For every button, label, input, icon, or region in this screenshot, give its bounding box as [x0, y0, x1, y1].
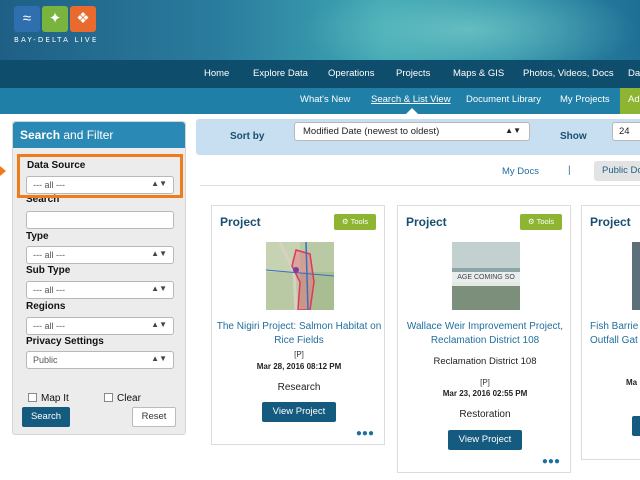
search-input[interactable]: [26, 211, 174, 229]
regions-label: Regions: [26, 301, 66, 312]
people-icon[interactable]: ●●●: [356, 428, 374, 439]
subnav-search-list-view[interactable]: Search & List View: [371, 94, 451, 105]
project-card: Project Fish Barrie Outfall Gat Ma: [581, 205, 640, 460]
regions-select[interactable]: --- all --- ▲▼: [26, 317, 174, 335]
nav-operations[interactable]: Operations: [328, 68, 374, 79]
sort-by-label: Sort by: [230, 131, 265, 142]
people-icon[interactable]: ●●●: [542, 456, 560, 467]
fish-logo-tile: ❖: [70, 6, 96, 32]
tab-my-docs[interactable]: My Docs: [502, 166, 539, 177]
project-name-link[interactable]: Fish Barrie Outfall Gat: [590, 320, 640, 348]
tools-button[interactable]: ⚙ Tools: [334, 214, 376, 230]
nav-explore-data[interactable]: Explore Data: [253, 68, 308, 79]
reset-button[interactable]: Reset: [132, 407, 176, 427]
privacy-label: Privacy Settings: [26, 336, 104, 347]
chevron-updown-icon: ▲▼: [151, 354, 167, 363]
project-category: Research: [277, 382, 321, 393]
view-project-button[interactable]: View Project: [262, 402, 336, 422]
data-source-highlight: [17, 154, 183, 198]
project-date: Mar 23, 2016 02:55 PM: [442, 389, 528, 398]
project-category: Restoration: [459, 409, 511, 420]
card-title: Project: [220, 215, 261, 229]
panel-header: Search and Filter: [13, 122, 185, 148]
chevron-updown-icon: ▲▼: [151, 249, 167, 258]
project-date: Mar 28, 2016 08:12 PM: [256, 362, 342, 371]
privacy-tag: [P]: [480, 378, 490, 387]
tools-button[interactable]: ⚙ Tools: [520, 214, 562, 230]
add-button[interactable]: Ad: [620, 88, 640, 114]
project-map-thumbnail[interactable]: [266, 242, 334, 310]
logo-wordmark: BAY-DELTA LIVE: [14, 36, 99, 44]
subtype-label: Sub Type: [26, 265, 71, 276]
show-label: Show: [560, 131, 587, 142]
project-district: Reclamation District 108: [433, 356, 537, 367]
view-project-button[interactable]: View Project: [448, 430, 522, 450]
tab-public-docs[interactable]: Public Do: [594, 161, 640, 181]
nav-maps-gis[interactable]: Maps & GIS: [453, 68, 504, 79]
card-title: Project: [406, 215, 447, 229]
image-coming-soon-text: AGE COMING SO: [457, 274, 515, 281]
chevron-updown-icon: ▲▼: [151, 284, 167, 293]
active-tab-caret: [406, 108, 418, 114]
project-image-thumbnail[interactable]: [632, 242, 640, 310]
water-bird-logo-tile: ≈: [14, 6, 40, 32]
search-button[interactable]: Search: [22, 407, 70, 427]
show-count-select[interactable]: 24: [612, 122, 640, 141]
subnav-whats-new[interactable]: What's New: [300, 94, 350, 105]
project-image-thumbnail[interactable]: AGE COMING SO: [452, 242, 520, 310]
nav-photos-videos-docs[interactable]: Photos, Videos, Docs: [523, 68, 614, 79]
type-label: Type: [26, 231, 49, 242]
banner-glow: [300, 0, 640, 60]
checkbox-box: [104, 393, 113, 402]
project-name-link[interactable]: Wallace Weir Improvement Project, Reclam…: [402, 320, 568, 348]
subtype-select[interactable]: --- all --- ▲▼: [26, 281, 174, 299]
clear-checkbox[interactable]: Clear: [104, 393, 141, 404]
sort-select[interactable]: Modified Date (newest to oldest) ▲▼: [294, 122, 530, 141]
main-nav: Home Explore Data Operations Projects Ma…: [0, 60, 640, 88]
card-title: Project: [590, 215, 631, 229]
subnav-my-projects[interactable]: My Projects: [560, 94, 610, 105]
subnav-document-library[interactable]: Document Library: [466, 94, 541, 105]
plant-logo-tile: ✦: [42, 6, 68, 32]
type-select[interactable]: --- all --- ▲▼: [26, 246, 174, 264]
annotation-arrow: [0, 166, 6, 176]
project-date: Ma: [626, 378, 638, 387]
project-name-link[interactable]: The Nigiri Project: Salmon Habitat on Ri…: [216, 320, 382, 348]
chevron-updown-icon: ▲▼: [505, 126, 521, 135]
map-it-checkbox[interactable]: Map It: [28, 393, 69, 404]
header-banner: ≈ ✦ ❖ BAY-DELTA LIVE: [0, 0, 640, 60]
view-project-button[interactable]: [632, 416, 640, 436]
project-card: Project ⚙ Tools The Nigiri Project: Salm…: [211, 205, 385, 445]
docs-tabs: My Docs | Public Do: [200, 156, 640, 186]
sort-bar: Sort by Modified Date (newest to oldest)…: [196, 119, 640, 155]
sub-nav: What's New Search & List View Document L…: [0, 88, 640, 114]
nav-projects[interactable]: Projects: [396, 68, 430, 79]
nav-data[interactable]: Da: [628, 68, 640, 79]
nav-home[interactable]: Home: [204, 68, 229, 79]
chevron-updown-icon: ▲▼: [151, 320, 167, 329]
project-card: Project ⚙ Tools AGE COMING SO Wallace We…: [397, 205, 571, 473]
privacy-select[interactable]: Public ▲▼: [26, 351, 174, 369]
checkbox-box: [28, 393, 37, 402]
tab-separator: |: [568, 165, 571, 176]
privacy-tag: [P]: [294, 350, 304, 359]
